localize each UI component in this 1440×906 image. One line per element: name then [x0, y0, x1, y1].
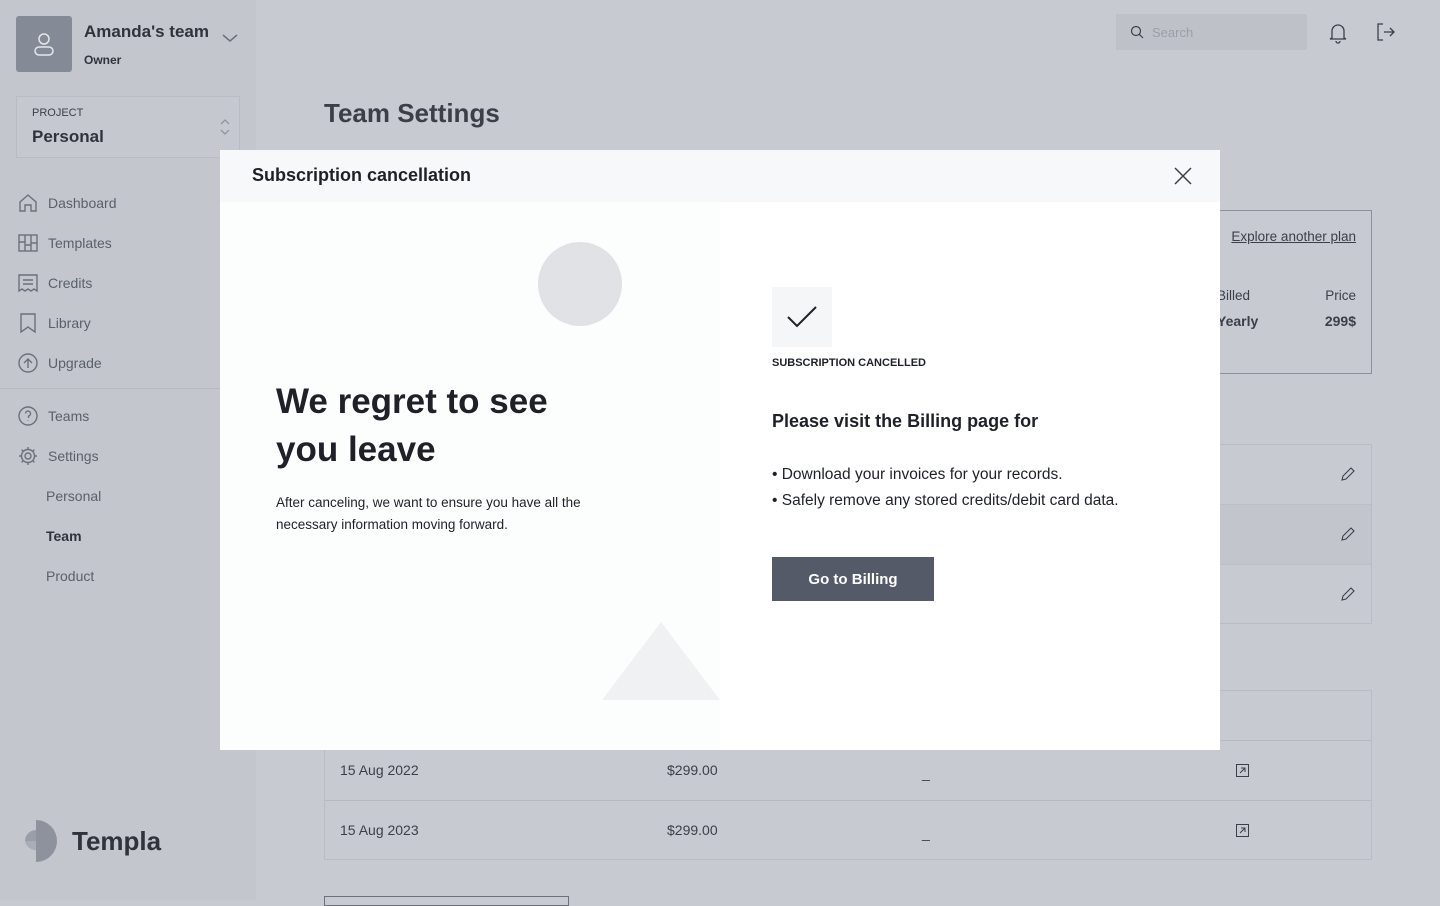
logo-text: Templa [72, 825, 162, 856]
plan-card: Explore another plan Billed Price Yearly… [1200, 210, 1372, 374]
pencil-icon[interactable] [1341, 467, 1355, 481]
circle-decoration [538, 242, 622, 326]
sidebar-item-templates[interactable]: Templates [0, 223, 256, 263]
sidebar-item-dashboard[interactable]: Dashboard [0, 183, 256, 223]
sidebar-item-library[interactable]: Library [0, 303, 256, 343]
sidebar-item-label: Credits [48, 275, 93, 291]
price-label: Price [1325, 288, 1356, 303]
sidebar-item-upgrade[interactable]: Upgrade [0, 343, 256, 383]
receipt-icon [18, 274, 38, 293]
team-role: Owner [84, 53, 122, 67]
pencil-icon[interactable] [1341, 587, 1355, 601]
list-item [1201, 565, 1371, 625]
project-value: Personal [32, 127, 104, 146]
logout-icon[interactable] [1376, 22, 1396, 42]
close-icon[interactable] [1174, 167, 1192, 185]
bullet-item: Download your invoices for your records. [772, 462, 1119, 488]
bookmark-icon [20, 313, 36, 333]
list-item [1201, 505, 1371, 565]
billing-heading: Please visit the Billing page for [772, 411, 1039, 431]
bullet-item: Safely remove any stored credits/debit c… [772, 488, 1119, 514]
chevron-down-icon[interactable] [220, 28, 240, 48]
go-to-billing-button[interactable]: Go to Billing [772, 557, 934, 601]
sidebar-item-label: Library [48, 315, 91, 331]
project-label: PROJECT [32, 107, 84, 119]
sidebar-item-label: Dashboard [48, 195, 117, 211]
checkmark-icon [787, 306, 817, 328]
search-placeholder: Search [1152, 24, 1194, 40]
page-title: Team Settings [324, 98, 500, 128]
invoice-date: 15 Aug 2022 [340, 762, 419, 778]
chevron-updown-icon [220, 119, 230, 135]
triangle-decoration [602, 622, 720, 700]
gear-icon [19, 447, 37, 465]
home-icon [19, 194, 37, 212]
sidebar-item-label: Settings [48, 448, 99, 464]
settings-sub-personal[interactable]: Personal [46, 488, 101, 504]
settings-sub-product[interactable]: Product [46, 568, 94, 584]
external-link-icon[interactable] [1236, 764, 1249, 777]
bell-icon[interactable] [1328, 22, 1348, 44]
modal-illustration-pane: We regret to see you leave After canceli… [220, 202, 720, 750]
regret-subtext: After canceling, we want to ensure you h… [276, 495, 581, 532]
sidebar-item-settings[interactable]: Settings [0, 436, 256, 476]
search-icon [1130, 25, 1144, 39]
sidebar-item-label: Upgrade [48, 355, 102, 371]
templates-icon [18, 234, 38, 252]
price-value: 299$ [1324, 313, 1356, 329]
billed-label: Billed [1217, 288, 1251, 303]
external-link-icon[interactable] [1236, 824, 1249, 837]
search-input[interactable]: Search [1116, 14, 1307, 50]
settings-sub-team[interactable]: Team [46, 528, 82, 544]
cancellation-modal: Subscription cancellation We regret to s… [220, 150, 1220, 750]
sidebar-item-teams[interactable]: Teams [0, 396, 256, 436]
billed-value: Yearly [1217, 313, 1259, 329]
invoice-date: 15 Aug 2023 [340, 822, 419, 838]
avatar[interactable] [16, 16, 72, 72]
upgrade-icon [18, 353, 38, 373]
invoice-amount: $299.00 [667, 822, 718, 838]
sidebar: Amanda's team Owner PROJECT Personal Das… [0, 0, 256, 900]
sidebar-item-label: Teams [48, 408, 90, 424]
pencil-icon[interactable] [1341, 527, 1355, 541]
invoice-status: _ [922, 765, 930, 781]
sidebar-divider [0, 388, 256, 389]
invoice-amount: $299.00 [667, 762, 718, 778]
regret-heading: We regret to see you leave [276, 382, 548, 469]
members-list [1200, 444, 1372, 624]
list-item [1201, 445, 1371, 505]
table-row: 15 Aug 2023 $299.00 _ [325, 800, 1371, 860]
explore-plan-link[interactable]: Explore another plan [1231, 229, 1356, 244]
help-icon [18, 406, 38, 426]
invoice-status: _ [922, 825, 930, 841]
user-icon [34, 33, 54, 56]
team-name: Amanda's team [84, 22, 209, 41]
checkmark-badge [772, 287, 832, 347]
modal-title: Subscription cancellation [252, 165, 472, 185]
templa-logo-icon [25, 820, 57, 862]
status-label: SUBSCRIPTION CANCELLED [772, 357, 927, 369]
sidebar-item-credits[interactable]: Credits [0, 263, 256, 303]
project-selector[interactable]: PROJECT Personal [16, 96, 240, 158]
billing-bullets: Download your invoices for your records.… [772, 462, 1119, 514]
bottom-button[interactable] [324, 896, 569, 906]
sidebar-item-label: Templates [48, 235, 112, 251]
logo: Templa [18, 818, 161, 864]
modal-header: Subscription cancellation [220, 150, 1220, 202]
